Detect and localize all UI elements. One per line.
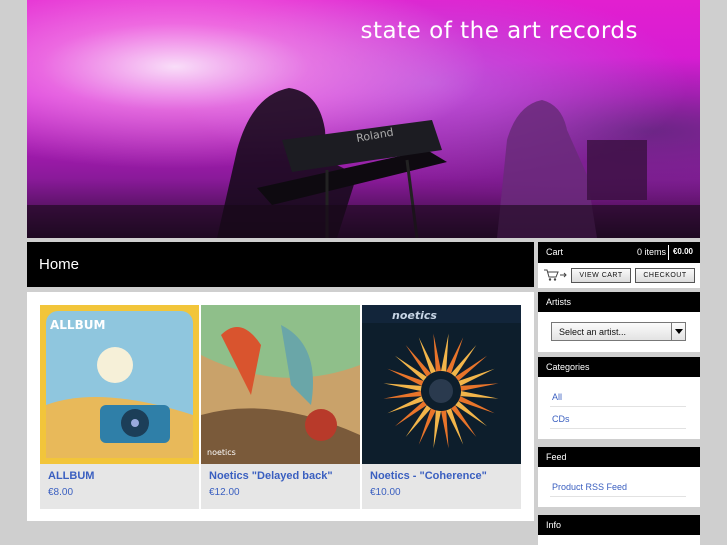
cart-label: Cart xyxy=(546,247,564,257)
info-label: Info xyxy=(546,520,562,530)
cart-actions: VIEW CART CHECKOUT xyxy=(538,263,700,288)
checkout-button[interactable]: CHECKOUT xyxy=(635,268,695,283)
categories-label: Categories xyxy=(546,362,590,372)
product-name[interactable]: Noetics "Delayed back" xyxy=(209,470,333,482)
chevron-down-icon[interactable] xyxy=(671,323,685,340)
divider xyxy=(550,406,686,407)
rss-feed-link[interactable]: Product RSS Feed xyxy=(552,482,627,492)
divider xyxy=(550,496,686,497)
product-image[interactable]: noetics xyxy=(362,305,521,464)
cart-total: €0.00 xyxy=(672,247,693,256)
header-banner: Roland state of the art records xyxy=(27,0,700,238)
divider xyxy=(550,428,686,429)
product-name[interactable]: ALLBUM xyxy=(48,470,94,482)
product-name[interactable]: Noetics - "Coherence" xyxy=(370,470,487,482)
shopping-cart-icon xyxy=(543,268,569,287)
artist-select-value: Select an artist... xyxy=(559,327,627,337)
artists-panel: Select an artist... xyxy=(538,312,700,352)
product-image[interactable]: noetics xyxy=(201,305,360,464)
artists-label: Artists xyxy=(546,297,572,307)
artist-select[interactable]: Select an artist... xyxy=(551,322,686,341)
site-title[interactable]: state of the art records xyxy=(361,18,638,44)
artists-header: Artists xyxy=(538,292,700,312)
cart-divider xyxy=(668,245,669,260)
feed-panel: Product RSS Feed xyxy=(538,467,700,507)
view-cart-button[interactable]: VIEW CART xyxy=(571,268,631,283)
cart-header: Cart 0 items €0.00 xyxy=(538,242,700,263)
svg-text:noetics: noetics xyxy=(392,309,437,322)
feed-label: Feed xyxy=(546,452,567,462)
product-grid: ALLBUM ALLBUM €8.00 noetics Noetics "Del… xyxy=(27,292,534,521)
svg-text:noetics: noetics xyxy=(207,448,236,457)
categories-header: Categories xyxy=(538,357,700,377)
product-card[interactable]: noetics Noetics "Delayed back" €12.00 xyxy=(201,305,360,509)
feed-header: Feed xyxy=(538,447,700,467)
page-heading-bar: Home xyxy=(27,242,534,287)
product-price: €8.00 xyxy=(48,487,74,498)
page-title: Home xyxy=(39,256,80,273)
info-panel xyxy=(538,535,700,545)
product-price: €10.00 xyxy=(370,487,401,498)
category-link-cds[interactable]: CDs xyxy=(552,414,570,424)
product-card[interactable]: noetics Noetics - "Coherence" €10.00 xyxy=(362,305,521,509)
product-image[interactable]: ALLBUM xyxy=(40,305,199,464)
categories-panel: All CDs xyxy=(538,377,700,439)
info-header: Info xyxy=(538,515,700,535)
category-link-all[interactable]: All xyxy=(552,392,562,402)
cart-item-count: 0 items xyxy=(636,247,666,257)
product-price: €12.00 xyxy=(209,487,240,498)
svg-text:ALLBUM: ALLBUM xyxy=(50,318,105,332)
product-card[interactable]: ALLBUM ALLBUM €8.00 xyxy=(40,305,199,509)
